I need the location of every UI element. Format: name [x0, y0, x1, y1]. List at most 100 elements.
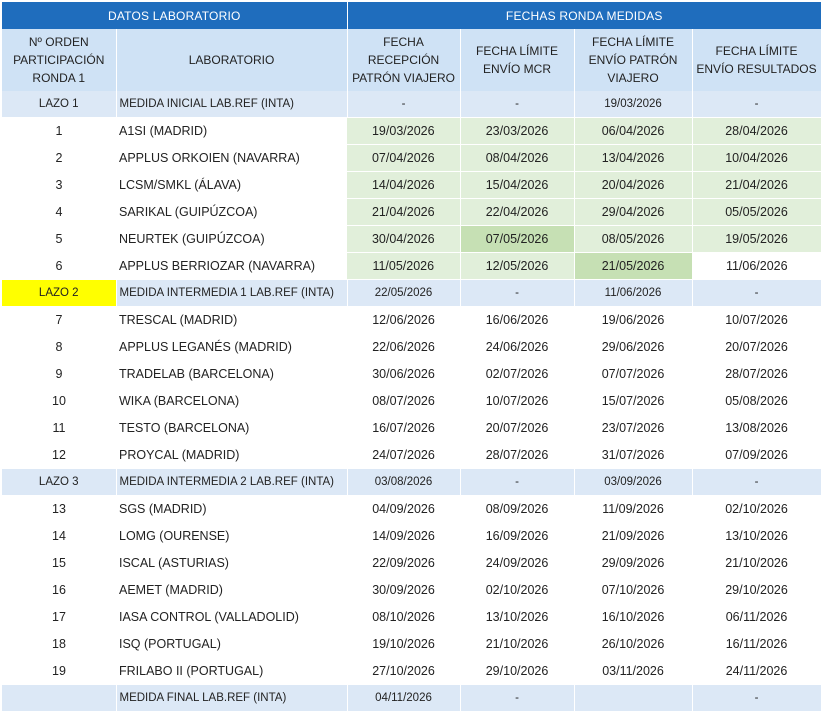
cell-envio-patron: 19/06/2026	[574, 306, 693, 334]
cell-mcr: 22/04/2026	[460, 198, 575, 226]
cell-recepcion: 04/09/2026	[347, 495, 461, 523]
cell-recepcion: 30/06/2026	[347, 360, 461, 388]
cell-lab: IASA CONTROL (VALLADOLID)	[116, 603, 348, 631]
table-row: 11 TESTO (BARCELONA) 16/07/2026 20/07/2026 2…	[2, 414, 822, 442]
cell-mcr: 08/09/2026	[460, 495, 575, 523]
cell-order: 15	[2, 549, 116, 577]
cell-lab: TRADELAB (BARCELONA)	[116, 360, 348, 388]
table-body: LAZO 1 MEDIDA INICIAL LAB.REF (INTA) - -19/…	[2, 91, 822, 712]
cell-recepcion: 14/09/2026	[347, 522, 461, 550]
cell-order: 5	[2, 225, 116, 253]
cell-order: 17	[2, 603, 116, 631]
table-row: 16 AEMET (MADRID) 30/09/2026 02/10/2026 07/1…	[2, 576, 822, 604]
lazo-row: MEDIDA FINAL LAB.REF (INTA) 04/11/2026- -	[2, 684, 822, 712]
cell-envio-patron: 29/09/2026	[574, 549, 693, 577]
cell-recepcion: 03/08/2026	[347, 468, 461, 496]
col-header-mcr: FECHA LÍMITE ENVÍO MCR	[460, 29, 575, 91]
cell-mcr: 02/10/2026	[460, 576, 575, 604]
group-header-datos: DATOS LABORATORIO	[2, 2, 348, 29]
cell-lab: LCSM/SMKL (ÁLAVA)	[116, 171, 348, 199]
cell-envio-patron: 13/04/2026	[574, 144, 693, 172]
cell-resultados: 29/10/2026	[692, 576, 822, 604]
cell-order: 7	[2, 306, 116, 334]
cell-mcr: 12/05/2026	[460, 252, 575, 280]
cell-mcr: 28/07/2026	[460, 441, 575, 469]
cell-resultados: 06/11/2026	[692, 603, 822, 631]
cell-resultados: 19/05/2026	[692, 225, 822, 253]
cell-recepcion: 19/03/2026	[347, 117, 461, 145]
col-header-resultados: FECHA LÍMITE ENVÍO RESULTADOS	[692, 29, 822, 91]
cell-resultados: 13/10/2026	[692, 522, 822, 550]
cell-resultados: 05/05/2026	[692, 198, 822, 226]
cell-envio-patron: 29/06/2026	[574, 333, 693, 361]
cell-mcr: -	[460, 468, 575, 496]
cell-order: 10	[2, 387, 116, 415]
cell-order: 11	[2, 414, 116, 442]
cell-resultados: 10/04/2026	[692, 144, 822, 172]
cell-mcr: 16/09/2026	[460, 522, 575, 550]
cell-envio-patron: 11/09/2026	[574, 495, 693, 523]
cell-envio-patron: 03/11/2026	[574, 657, 693, 685]
table-row: 12 PROYCAL (MADRID) 24/07/2026 28/07/2026 31…	[2, 441, 822, 469]
table-row: 8 APPLUS LEGANÉS (MADRID) 22/06/2026 24/06/…	[2, 333, 822, 361]
cell-recepcion: 07/04/2026	[347, 144, 461, 172]
cell-mcr: 07/05/2026	[460, 225, 575, 253]
cell-order	[2, 684, 117, 712]
cell-lab: PROYCAL (MADRID)	[116, 441, 348, 469]
cell-resultados: 05/08/2026	[692, 387, 822, 415]
cell-recepcion: 19/10/2026	[347, 630, 461, 658]
cell-lab: MEDIDA INICIAL LAB.REF (INTA)	[116, 91, 348, 118]
cell-envio-patron: 20/04/2026	[574, 171, 693, 199]
table-row: 3 LCSM/SMKL (ÁLAVA) 14/04/2026 15/04/2026 20…	[2, 171, 822, 199]
group-header-fechas: FECHAS RONDA MEDIDAS	[347, 2, 822, 29]
cell-mcr: 24/09/2026	[460, 549, 575, 577]
cell-envio-patron: 31/07/2026	[574, 441, 693, 469]
cell-envio-patron: 26/10/2026	[574, 630, 693, 658]
cell-resultados: -	[692, 279, 822, 307]
cell-envio-patron: 06/04/2026	[574, 117, 693, 145]
cell-resultados: -	[692, 684, 822, 712]
col-header-envio-patron: FECHA LÍMITE ENVÍO PATRÓN VIAJERO	[574, 29, 693, 91]
cell-recepcion: 12/06/2026	[347, 306, 461, 334]
cell-order: 1	[2, 117, 116, 145]
cell-envio-patron: 11/06/2026	[574, 279, 693, 307]
cell-order: 18	[2, 630, 116, 658]
cell-lab: APPLUS BERRIOZAR (NAVARRA)	[116, 252, 348, 280]
table-row: 5 NEURTEK (GUIPÚZCOA) 30/04/2026 07/05/2026…	[2, 225, 822, 253]
cell-mcr: 10/07/2026	[460, 387, 575, 415]
cell-order: 16	[2, 576, 116, 604]
cell-order: LAZO 3	[2, 468, 117, 496]
table-row: 1 A1SI (MADRID) 19/03/2026 23/03/2026 06/04/…	[2, 117, 822, 145]
cell-resultados: 24/11/2026	[692, 657, 822, 685]
cell-order: 4	[2, 198, 116, 226]
cell-order: 9	[2, 360, 116, 388]
cell-lab: TRESCAL (MADRID)	[116, 306, 348, 334]
cell-recepcion: 14/04/2026	[347, 171, 461, 199]
cell-mcr: 13/10/2026	[460, 603, 575, 631]
cell-lab: TESTO (BARCELONA)	[116, 414, 348, 442]
cell-order: 3	[2, 171, 116, 199]
cell-envio-patron: 07/07/2026	[574, 360, 693, 388]
cell-recepcion: 30/04/2026	[347, 225, 461, 253]
cell-resultados: 20/07/2026	[692, 333, 822, 361]
cell-resultados: 28/07/2026	[692, 360, 822, 388]
cell-resultados: 02/10/2026	[692, 495, 822, 523]
cell-order: 19	[2, 657, 116, 685]
cell-mcr: 24/06/2026	[460, 333, 575, 361]
cell-recepcion: 08/10/2026	[347, 603, 461, 631]
cell-resultados: 28/04/2026	[692, 117, 822, 145]
cell-envio-patron: 08/05/2026	[574, 225, 693, 253]
col-header-lab: LABORATORIO	[116, 29, 348, 91]
cell-envio-patron: 21/09/2026	[574, 522, 693, 550]
cell-envio-patron: 15/07/2026	[574, 387, 693, 415]
cell-lab: ISQ (PORTUGAL)	[116, 630, 348, 658]
cell-recepcion: 21/04/2026	[347, 198, 461, 226]
cell-envio-patron: 16/10/2026	[574, 603, 693, 631]
column-header-row: Nº ORDEN PARTICIPACIÓN RONDA 1 LABORATOR…	[2, 29, 822, 91]
cell-recepcion: 11/05/2026	[347, 252, 461, 280]
table-row: 17 IASA CONTROL (VALLADOLID) 08/10/2026 13/…	[2, 603, 822, 631]
table-row: 7 TRESCAL (MADRID) 12/06/2026 16/06/2026 19/…	[2, 306, 822, 334]
table-row: 18 ISQ (PORTUGAL) 19/10/2026 21/10/2026 26/1…	[2, 630, 822, 658]
cell-mcr: 08/04/2026	[460, 144, 575, 172]
cell-recepcion: 08/07/2026	[347, 387, 461, 415]
